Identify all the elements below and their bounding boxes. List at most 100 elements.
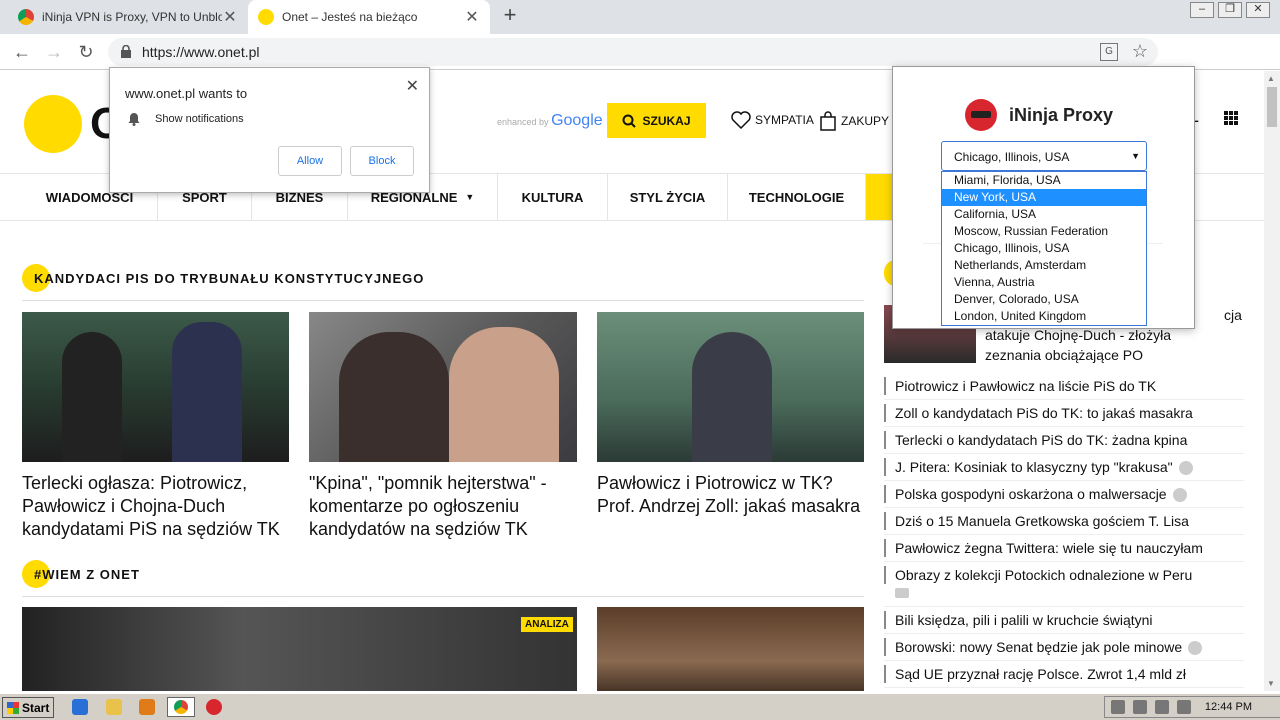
folder-icon[interactable] bbox=[106, 699, 122, 715]
sympatia-link[interactable]: SYMPATIA bbox=[731, 111, 814, 129]
internet-explorer-icon[interactable] bbox=[72, 699, 88, 715]
location-select[interactable]: Chicago, Illinois, USA ▼ bbox=[941, 141, 1147, 171]
play-video-icon bbox=[1172, 488, 1187, 503]
tray-expand-icon[interactable] bbox=[1111, 700, 1125, 714]
google-logo: Google bbox=[551, 112, 603, 129]
play-video-icon bbox=[1188, 641, 1203, 656]
block-button[interactable]: Block bbox=[350, 146, 414, 176]
tab-title: iNinja VPN is Proxy, VPN to Unblock a bbox=[42, 10, 222, 24]
close-tab-icon[interactable]: ✕ bbox=[464, 7, 480, 27]
tab-ininja[interactable]: iNinja VPN is Proxy, VPN to Unblock a ✕ bbox=[8, 0, 248, 34]
heart-icon bbox=[731, 111, 751, 129]
bell-icon bbox=[128, 113, 140, 126]
speaker-icon[interactable] bbox=[1155, 700, 1169, 714]
section-heading-tk[interactable]: KANDYDACI PIS DO TRYBUNAŁU KONSTYTUCYJNE… bbox=[22, 264, 425, 292]
sidebar-news-item[interactable]: Sąd UE przyznał rację Polsce. Zwrot 1,4 … bbox=[884, 661, 1244, 688]
article-image-2[interactable] bbox=[309, 312, 577, 462]
sidebar-news-item[interactable]: Zoll o kandydatach PiS do TK: to jakaś m… bbox=[884, 400, 1244, 427]
sidebar-news-text: Terlecki o kandydatach PiS do TK: żadna … bbox=[895, 432, 1188, 448]
sidebar-news-text: J. Pitera: Kosiniak to klasyczny typ "kr… bbox=[895, 459, 1173, 475]
location-option[interactable]: Moscow, Russian Federation bbox=[942, 223, 1146, 240]
back-arrow-icon[interactable]: ← bbox=[10, 40, 34, 64]
section-title: KANDYDACI PIS DO TRYBUNAŁU KONSTYTUCYJNE… bbox=[34, 271, 425, 286]
antivirus-icon[interactable] bbox=[206, 699, 222, 715]
page-scrollbar[interactable]: ▲ ▼ bbox=[1264, 71, 1280, 691]
location-option[interactable]: Netherlands, Amsterdam bbox=[942, 257, 1146, 274]
ninja-logo-icon bbox=[965, 99, 997, 131]
sidebar-news-item[interactable]: Piotrowicz i Pawłowicz na liście PiS do … bbox=[884, 373, 1244, 400]
sidebar-news-item[interactable]: Obrazy z kolekcji Potockich odnalezione … bbox=[884, 562, 1244, 607]
sidebar-news-item[interactable]: Borowski: nowy Senat będzie jak pole min… bbox=[884, 634, 1244, 661]
scroll-down-arrow-icon[interactable]: ▼ bbox=[1267, 679, 1275, 688]
sidebar-news-text: Polska gospodyni oskarżona o malwersacje bbox=[895, 486, 1167, 502]
close-window-button[interactable]: ✕ bbox=[1246, 2, 1270, 18]
location-option[interactable]: London, United Kingdom bbox=[942, 308, 1146, 325]
sidebar-news-item[interactable]: Polska gospodyni oskarżona o malwersacje bbox=[884, 481, 1244, 508]
tab-onet[interactable]: Onet – Jesteś na bieżąco ✕ bbox=[248, 0, 490, 34]
caret-down-icon: ▼ bbox=[465, 192, 475, 202]
sidebar-news-item[interactable]: Terlecki o kandydatach PiS do TK: żadna … bbox=[884, 427, 1244, 454]
feature-image-2[interactable] bbox=[597, 607, 864, 691]
reload-icon[interactable]: ↻ bbox=[74, 40, 98, 64]
address-bar[interactable]: https://www.onet.pl G ☆ bbox=[108, 38, 1158, 66]
sidebar-news-item[interactable]: Bili księdza, pili i palili w kruchcie ś… bbox=[884, 607, 1244, 634]
location-option[interactable]: Vienna, Austria bbox=[942, 274, 1146, 291]
article-title-1[interactable]: Terlecki ogłasza: Piotrowicz, Pawłowicz … bbox=[22, 472, 292, 541]
location-selected-value: Chicago, Illinois, USA bbox=[954, 150, 1070, 164]
sidebar-news-item[interactable]: Pawłowicz żegna Twittera: wiele się tu n… bbox=[884, 535, 1244, 562]
location-option[interactable]: California, USA bbox=[942, 206, 1146, 223]
sidebar-news-text: Dziś o 15 Manuela Gretkowska gościem T. … bbox=[895, 513, 1189, 529]
search-button[interactable]: SZUKAJ bbox=[607, 103, 706, 138]
bookmark-star-icon[interactable]: ☆ bbox=[1132, 41, 1148, 62]
media-player-icon[interactable] bbox=[139, 699, 155, 715]
scrollbar-thumb[interactable] bbox=[1267, 87, 1277, 127]
nav-highlight bbox=[866, 174, 894, 220]
sidebar-news-item[interactable]: Dziś o 15 Manuela Gretkowska gościem T. … bbox=[884, 508, 1244, 535]
section-heading-wiem[interactable]: #WIEM Z ONET bbox=[22, 560, 140, 588]
onet-favicon-icon bbox=[258, 9, 274, 25]
notification-permission-popup: www.onet.pl wants to ✕ Show notification… bbox=[109, 67, 430, 193]
network-icon[interactable] bbox=[1133, 700, 1147, 714]
apps-grid-icon[interactable] bbox=[1224, 111, 1238, 125]
forward-arrow-icon[interactable]: → bbox=[42, 40, 66, 64]
location-options-list: Miami, Florida, USA New York, USA Califo… bbox=[941, 171, 1147, 326]
maximize-button[interactable]: ❐ bbox=[1218, 2, 1242, 18]
allow-button[interactable]: Allow bbox=[278, 146, 342, 176]
article-image-3[interactable] bbox=[597, 312, 864, 462]
nav-technologie[interactable]: TECHNOLOGIE bbox=[728, 174, 866, 220]
onet-logo-circle[interactable] bbox=[24, 95, 82, 153]
start-button[interactable]: Start bbox=[2, 697, 54, 718]
nav-kultura[interactable]: KULTURA bbox=[498, 174, 608, 220]
translate-icon[interactable]: G bbox=[1100, 43, 1118, 61]
sidebar-news-item[interactable]: J. Pitera: Kosiniak to klasyczny typ "kr… bbox=[884, 454, 1244, 481]
section-divider bbox=[22, 596, 864, 597]
zakupy-link[interactable]: ZAKUPY bbox=[819, 111, 889, 131]
window-controls: ‒ ❐ ✕ bbox=[1190, 2, 1270, 18]
location-option[interactable]: Chicago, Illinois, USA bbox=[942, 240, 1146, 257]
flag-icon[interactable] bbox=[1177, 700, 1191, 714]
sidebar-top-line1: cja bbox=[1224, 307, 1242, 323]
sidebar-top-line3: zeznania obciążające PO bbox=[985, 347, 1143, 363]
article-image-1[interactable] bbox=[22, 312, 289, 462]
url-text: https://www.onet.pl bbox=[142, 44, 260, 60]
start-label: Start bbox=[22, 700, 50, 715]
scroll-up-arrow-icon[interactable]: ▲ bbox=[1267, 74, 1275, 83]
new-tab-button[interactable]: + bbox=[498, 4, 522, 28]
chrome-taskbar-button[interactable] bbox=[167, 697, 195, 717]
location-option-highlighted[interactable]: New York, USA bbox=[942, 189, 1146, 206]
close-tab-icon[interactable]: ✕ bbox=[222, 7, 238, 27]
close-popup-icon[interactable]: ✕ bbox=[406, 76, 419, 96]
sidebar-news-text: Sąd UE przyznał rację Polsce. Zwrot 1,4 … bbox=[895, 666, 1186, 682]
clock[interactable]: 12:44 PM bbox=[1205, 701, 1252, 713]
article-title-2[interactable]: "Kpina", "pomnik hejterstwa" - komentarz… bbox=[309, 472, 577, 541]
location-option[interactable]: Denver, Colorado, USA bbox=[942, 291, 1146, 308]
location-option[interactable]: Miami, Florida, USA bbox=[942, 172, 1146, 189]
sidebar-news-text: Piotrowicz i Pawłowicz na liście PiS do … bbox=[895, 378, 1157, 394]
dropdown-arrow-icon: ▼ bbox=[1131, 151, 1140, 161]
minimize-button[interactable]: ‒ bbox=[1190, 2, 1214, 18]
feature-image-1[interactable] bbox=[22, 607, 577, 691]
ininja-brand: iNinja Proxy bbox=[1009, 104, 1114, 125]
article-title-3[interactable]: Pawłowicz i Piotrowicz w TK? Prof. Andrz… bbox=[597, 472, 867, 518]
search-branding: enhanced by Google bbox=[497, 112, 603, 130]
nav-styl-zycia[interactable]: STYL ŻYCIA bbox=[608, 174, 728, 220]
